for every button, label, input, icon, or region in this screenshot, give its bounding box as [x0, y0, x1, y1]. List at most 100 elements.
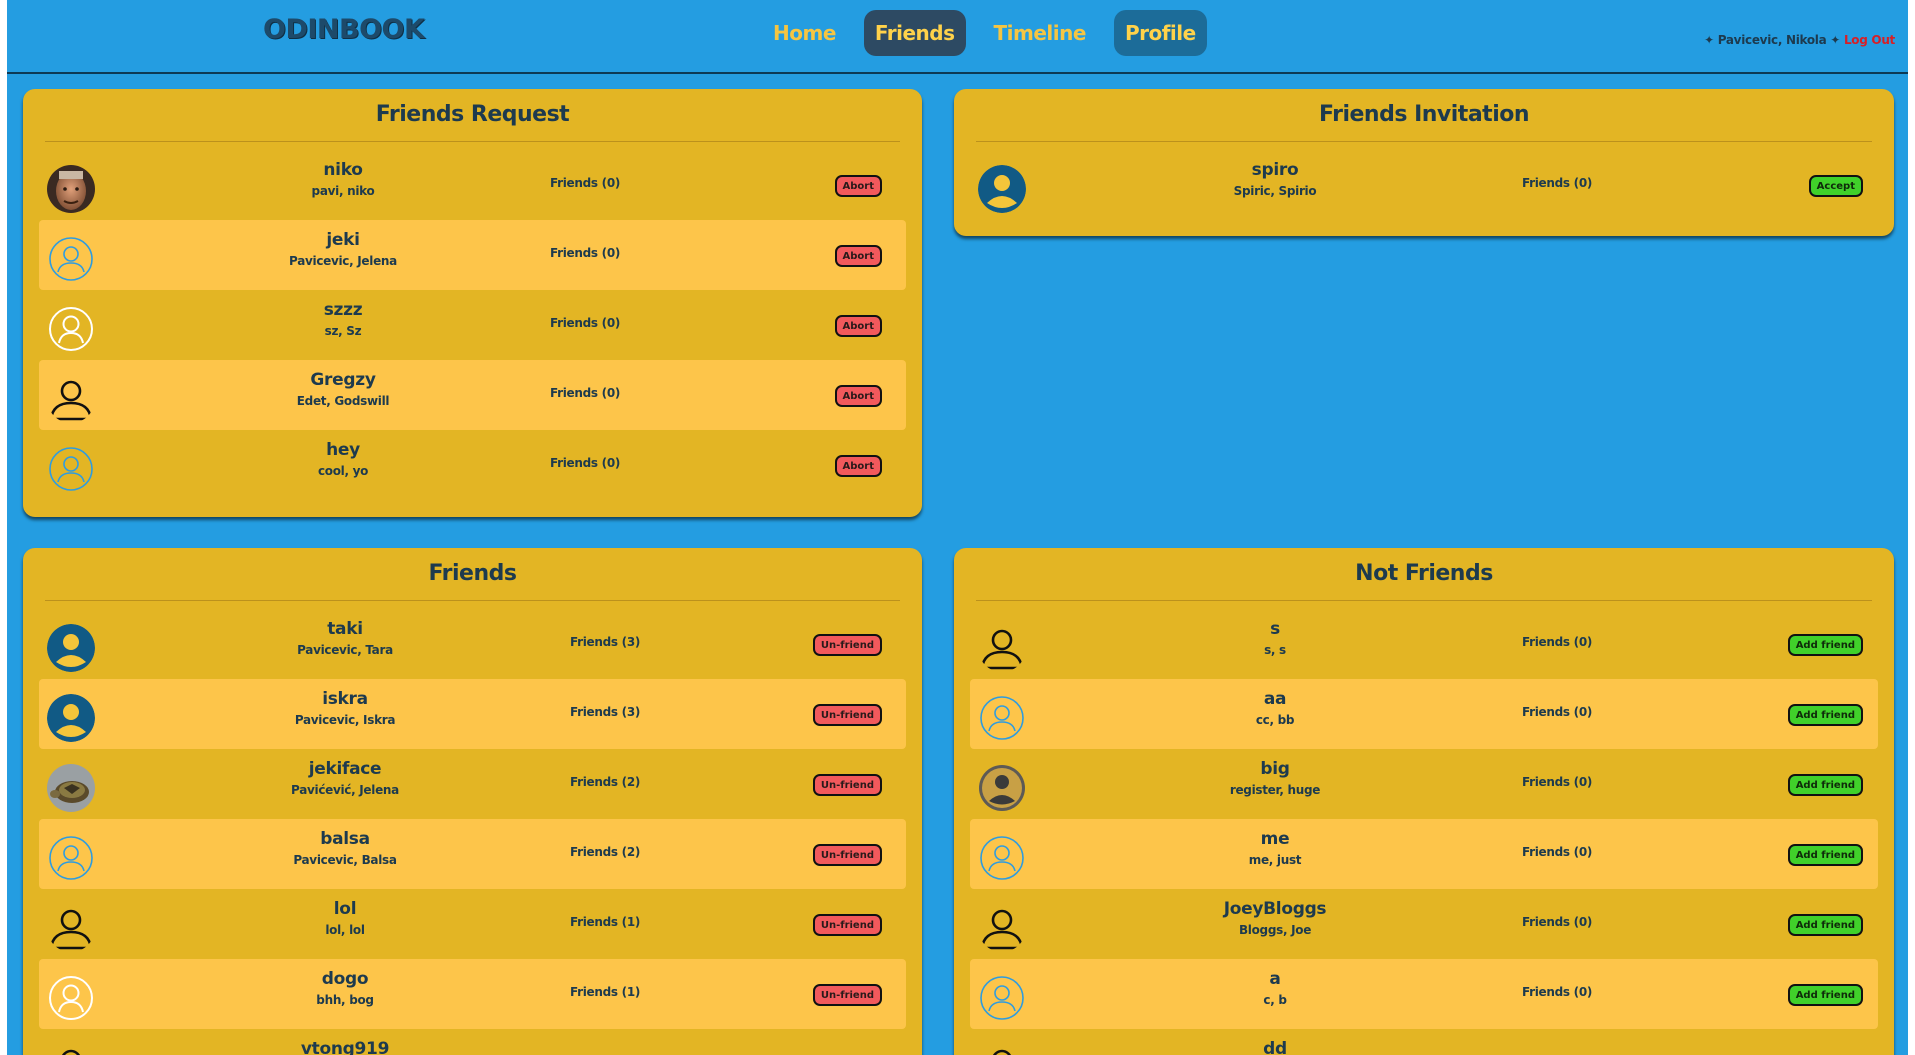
username[interactable]: spiro	[1165, 158, 1385, 182]
outline-blue-user-icon[interactable]	[978, 834, 1026, 882]
friends-count: Friends (0)	[550, 246, 621, 260]
abort-button[interactable]: Abort	[834, 385, 882, 407]
outline-black-user-icon[interactable]	[47, 375, 95, 423]
unfriend-button[interactable]: Un-friend	[812, 984, 882, 1006]
add-friend-button[interactable]: Add friend	[1787, 984, 1863, 1006]
user-names: spiro Spiric, Spirio	[1165, 158, 1385, 200]
username[interactable]: jeki	[233, 228, 453, 252]
abort-button[interactable]: Abort	[834, 245, 882, 267]
full-name: pavi, niko	[311, 184, 375, 198]
username[interactable]: hey	[233, 438, 453, 462]
outline-blue-user-icon[interactable]	[47, 235, 95, 283]
full-name: cc, bb	[1255, 713, 1295, 727]
user-names: szzz sz, Sz	[233, 298, 453, 340]
user-row: Gregzy Edet, Godswill Friends (0) Abort	[39, 360, 906, 430]
outline-white-user-icon[interactable]	[47, 305, 95, 353]
outline-black-user-icon[interactable]	[978, 904, 1026, 952]
add-friend-button[interactable]: Add friend	[1787, 774, 1863, 796]
friends-count: Friends (0)	[1522, 985, 1593, 999]
outline-black-user-icon[interactable]	[47, 1044, 95, 1055]
nav-profile[interactable]: Profile	[1113, 10, 1207, 56]
abort-button[interactable]: Abort	[834, 315, 882, 337]
user-row: vtong919	[39, 1029, 906, 1055]
outline-blue-user-icon[interactable]	[47, 834, 95, 882]
user-names: taki Pavicevic, Tara	[235, 617, 455, 659]
user-names: dd	[1165, 1037, 1385, 1055]
user-row: dd	[970, 1029, 1878, 1055]
user-names: JoeyBloggs Bloggs, Joe	[1165, 897, 1385, 939]
outline-blue-user-icon[interactable]	[47, 445, 95, 493]
solid-blue-user-icon[interactable]	[47, 694, 95, 742]
username[interactable]: dd	[1165, 1037, 1385, 1055]
unfriend-button[interactable]: Un-friend	[812, 704, 882, 726]
friends-count: Friends (2)	[570, 845, 641, 859]
username[interactable]: taki	[235, 617, 455, 641]
add-friend-button[interactable]: Add friend	[1787, 704, 1863, 726]
full-name: Pavicevic, Iskra	[294, 713, 396, 727]
username[interactable]: a	[1165, 967, 1385, 991]
panel-title: Friends Invitation	[976, 89, 1872, 142]
friends-count: Friends (0)	[1522, 845, 1593, 859]
friends-count: Friends (1)	[570, 915, 641, 929]
panel-title: Friends Request	[45, 89, 900, 142]
outline-black-user-icon[interactable]	[978, 1044, 1026, 1055]
logout-link[interactable]: Log Out	[1844, 33, 1895, 47]
username[interactable]: s	[1165, 617, 1385, 641]
friends-count: Friends (1)	[570, 985, 641, 999]
friends-request-panel: Friends Request niko pavi, niko Friends (0…	[23, 89, 922, 517]
username[interactable]: big	[1165, 757, 1385, 781]
username[interactable]: balsa	[235, 827, 455, 851]
friends-count: Friends (0)	[1522, 176, 1593, 190]
username[interactable]: szzz	[233, 298, 453, 322]
invitation-list: spiro Spiric, Spirio Friends (0) Accept	[954, 142, 1894, 220]
add-friend-button[interactable]: Add friend	[1787, 914, 1863, 936]
unfriend-button[interactable]: Un-friend	[812, 914, 882, 936]
solid-grey-user-icon[interactable]	[978, 764, 1026, 812]
full-name: cool, yo	[317, 464, 369, 478]
user-row: szzz sz, Sz Friends (0) Abort	[39, 290, 906, 360]
nav-timeline[interactable]: Timeline	[983, 10, 1097, 56]
nav-home[interactable]: Home	[762, 10, 847, 56]
user-names: jekiface Pavićević, Jelena	[235, 757, 455, 799]
user-row: jeki Pavicevic, Jelena Friends (0) Abort	[39, 220, 906, 290]
user-row: me me, just Friends (0) Add friend	[970, 819, 1878, 889]
abort-button[interactable]: Abort	[834, 175, 882, 197]
panel-title: Not Friends	[976, 548, 1872, 601]
outline-white-user-icon[interactable]	[47, 974, 95, 1022]
add-friend-button[interactable]: Add friend	[1787, 844, 1863, 866]
outline-blue-user-icon[interactable]	[978, 694, 1026, 742]
user-row: a c, b Friends (0) Add friend	[970, 959, 1878, 1029]
photo-face-icon[interactable]	[47, 165, 95, 213]
username[interactable]: lol	[235, 897, 455, 921]
photo-turtle-icon[interactable]	[47, 764, 95, 812]
outline-black-user-icon[interactable]	[978, 624, 1026, 672]
unfriend-button[interactable]: Un-friend	[812, 774, 882, 796]
username[interactable]: vtong919	[235, 1037, 455, 1055]
nav-friends[interactable]: Friends	[863, 10, 966, 56]
unfriend-button[interactable]: Un-friend	[812, 634, 882, 656]
username[interactable]: iskra	[235, 687, 455, 711]
outline-blue-user-icon[interactable]	[978, 974, 1026, 1022]
accept-button[interactable]: Accept	[1808, 175, 1863, 197]
user-info: ✦ Pavicevic, Nikola ✦ Log Out	[1704, 33, 1895, 47]
user-names: hey cool, yo	[233, 438, 453, 480]
abort-button[interactable]: Abort	[834, 455, 882, 477]
username[interactable]: aa	[1165, 687, 1385, 711]
logo[interactable]: ODINBOOK	[263, 14, 425, 45]
outline-black-user-icon[interactable]	[47, 904, 95, 952]
username[interactable]: niko	[233, 158, 453, 182]
username[interactable]: dogo	[235, 967, 455, 991]
user-names: iskra Pavicevic, Iskra	[235, 687, 455, 729]
add-friend-button[interactable]: Add friend	[1787, 634, 1863, 656]
solid-blue-user-icon[interactable]	[978, 165, 1026, 213]
username[interactable]: Gregzy	[233, 368, 453, 392]
username[interactable]: jekiface	[235, 757, 455, 781]
current-user-name: ✦ Pavicevic, Nikola ✦	[1704, 33, 1841, 47]
unfriend-button[interactable]: Un-friend	[812, 844, 882, 866]
solid-blue-user-icon[interactable]	[47, 624, 95, 672]
full-name: c, b	[1263, 993, 1287, 1007]
username[interactable]: JoeyBloggs	[1165, 897, 1385, 921]
user-row: big register, huge Friends (0) Add friend	[970, 749, 1878, 819]
username[interactable]: me	[1165, 827, 1385, 851]
user-names: Gregzy Edet, Godswill	[233, 368, 453, 410]
